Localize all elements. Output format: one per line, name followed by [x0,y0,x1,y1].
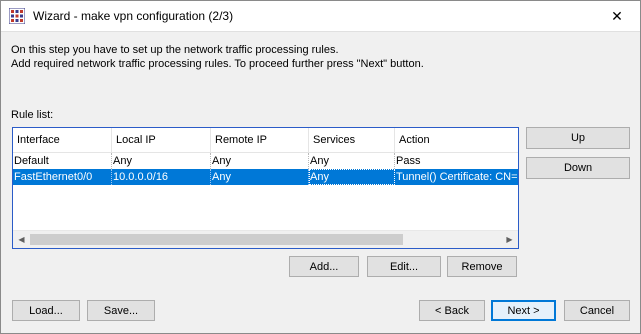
intro-line-1: On this step you have to set up the netw… [11,44,339,56]
rule-row[interactable]: Default Any Any Any Pass [13,153,518,169]
column-header-remote-ip[interactable]: Remote IP [211,128,309,152]
cell-remote-ip: Any [211,169,309,185]
wizard-window: Wizard - make vpn configuration (2/3) ✕ … [0,0,641,334]
down-button[interactable]: Down [526,157,630,179]
load-button[interactable]: Load... [12,300,80,321]
cell-action: Tunnel() Certificate: CN= [396,171,518,183]
add-button[interactable]: Add... [289,256,359,277]
intro-line-2: Add required network traffic processing … [11,58,424,70]
intro-text: On this step you have to set up the netw… [11,43,424,71]
close-icon[interactable]: ✕ [594,1,640,31]
cell-services: Any [309,169,395,185]
cell-services: Any [309,153,395,169]
column-header-services[interactable]: Services [309,128,395,152]
rule-row-selected[interactable]: FastEthernet0/0 10.0.0.0/16 Any Any Tunn… [13,169,518,185]
scroll-left-icon[interactable]: ◀ [13,231,30,248]
app-icon [9,8,25,24]
cancel-button[interactable]: Cancel [564,300,630,321]
up-button[interactable]: Up [526,127,630,149]
window-title: Wizard - make vpn configuration (2/3) [33,9,234,23]
edit-button[interactable]: Edit... [367,256,441,277]
save-button[interactable]: Save... [87,300,155,321]
rule-list-label: Rule list: [11,109,54,121]
cell-interface: FastEthernet0/0 [13,169,112,185]
cell-interface: Default [13,153,112,169]
cell-remote-ip: Any [211,153,309,169]
scroll-right-icon[interactable]: ▶ [501,231,518,248]
title-bar[interactable]: Wizard - make vpn configuration (2/3) ✕ [1,1,640,32]
remove-button[interactable]: Remove [447,256,517,277]
column-header-local-ip[interactable]: Local IP [112,128,211,152]
rule-list-header: Interface Local IP Remote IP Services Ac… [13,128,518,153]
column-header-interface[interactable]: Interface [13,128,112,152]
cell-local-ip: 10.0.0.0/16 [112,169,211,185]
back-button[interactable]: < Back [419,300,485,321]
scrollbar-thumb[interactable] [30,234,403,245]
cell-local-ip: Any [112,153,211,169]
cell-action: Pass [396,155,421,167]
next-button[interactable]: Next > [491,300,556,321]
rule-list[interactable]: Interface Local IP Remote IP Services Ac… [12,127,519,249]
horizontal-scrollbar[interactable]: ◀ ▶ [13,230,518,248]
column-header-action[interactable]: Action [395,128,518,152]
